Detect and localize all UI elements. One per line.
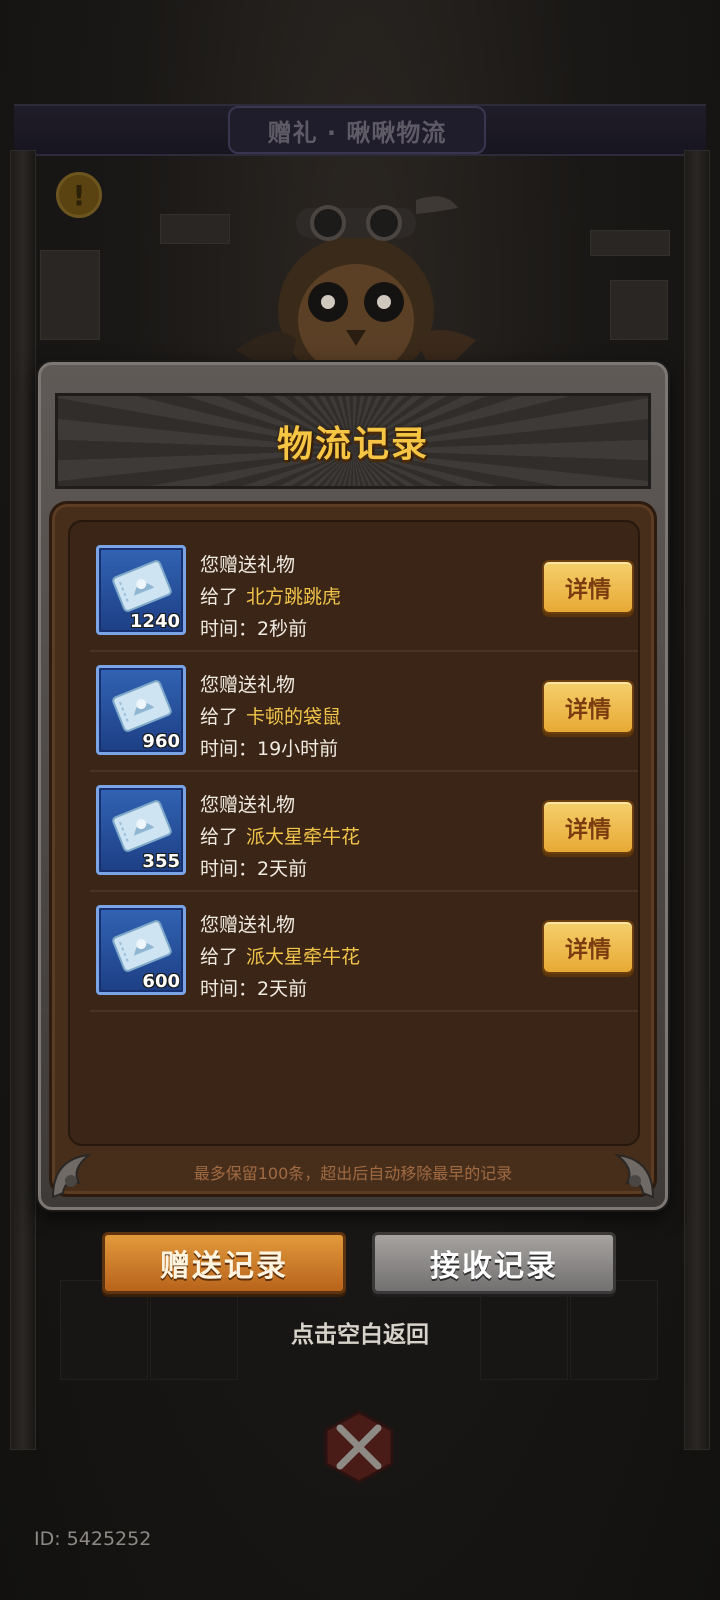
record-time: 时间：19小时前 <box>200 738 339 760</box>
panel-header: 物流记录 <box>55 393 651 489</box>
list-item: 1240 您赠送礼物 给了 北方跳跳虎 时间：2秒前 详情 <box>90 532 638 652</box>
background-sign <box>590 230 670 256</box>
record-recipient-line: 给了 派大星牵牛花 <box>200 942 360 969</box>
background-frame-right <box>684 150 710 1450</box>
tap-blank-to-return[interactable]: 点击空白返回 <box>0 1315 720 1349</box>
details-button[interactable]: 详情 <box>542 920 634 974</box>
record-action-text: 您赠送礼物 <box>200 794 296 816</box>
background-sign <box>40 250 100 340</box>
corner-ornament-left <box>51 1153 93 1199</box>
record-list[interactable]: 1240 您赠送礼物 给了 北方跳跳虎 时间：2秒前 详情 960 您赠送礼物 … <box>68 520 640 1146</box>
record-recipient-line: 给了 北方跳跳虎 <box>200 582 341 609</box>
gift-ticket-icon: 1240 <box>96 545 186 635</box>
recipient-name: 派大星牵牛花 <box>246 826 361 848</box>
list-item: 355 您赠送礼物 给了 派大星牵牛花 时间：2天前 详情 <box>90 772 638 892</box>
recipient-name: 北方跳跳虎 <box>246 586 342 608</box>
record-prefix: 给了 <box>200 946 239 968</box>
details-button[interactable]: 详情 <box>542 800 634 854</box>
record-time: 时间：2天前 <box>200 858 308 880</box>
gift-ticket-icon: 600 <box>96 905 186 995</box>
list-item: 960 您赠送礼物 给了 卡顿的袋鼠 时间：19小时前 详情 <box>90 652 638 772</box>
tab-sent-records[interactable]: 赠送记录 <box>102 1232 346 1294</box>
record-prefix: 给了 <box>200 706 239 728</box>
recipient-name: 卡顿的袋鼠 <box>246 706 342 728</box>
details-button[interactable]: 详情 <box>542 680 634 734</box>
gift-ticket-icon: 355 <box>96 785 186 875</box>
record-action-text: 您赠送礼物 <box>200 914 296 936</box>
gift-count: 355 <box>142 851 180 872</box>
background-title: 赠礼 · 啾啾物流 <box>228 106 486 154</box>
gift-ticket-icon: 960 <box>96 665 186 755</box>
mascot-character <box>236 190 476 390</box>
record-prefix: 给了 <box>200 826 239 848</box>
record-recipient-line: 给了 派大星牵牛花 <box>200 822 360 849</box>
logistics-record-panel: 物流记录 1240 您赠送礼物 给了 北方跳跳虎 时间：2秒前 详情 960 您… <box>38 362 668 1210</box>
record-time: 时间：2天前 <box>200 978 308 1000</box>
record-action-text: 您赠送礼物 <box>200 674 296 696</box>
background-frame-left <box>10 150 36 1450</box>
record-time: 时间：2秒前 <box>200 618 308 640</box>
panel-title: 物流记录 <box>276 424 429 465</box>
retention-note: 最多保留100条，超出后自动移除最早的记录 <box>193 1164 513 1183</box>
crossed-swords-icon <box>322 1410 396 1484</box>
tab-received-records[interactable]: 接收记录 <box>372 1232 616 1294</box>
corner-ornament-right <box>613 1153 655 1199</box>
recipient-name: 派大星牵牛花 <box>246 946 361 968</box>
gift-count: 960 <box>142 731 180 752</box>
record-prefix: 给了 <box>200 586 239 608</box>
panel-body: 1240 您赠送礼物 给了 北方跳跳虎 时间：2秒前 详情 960 您赠送礼物 … <box>49 501 657 1197</box>
list-item: 600 您赠送礼物 给了 派大星牵牛花 时间：2天前 详情 <box>90 892 638 1012</box>
background-sign <box>610 280 668 340</box>
user-id-label: ID: 5425252 <box>34 1528 152 1550</box>
gift-count: 600 <box>142 971 180 992</box>
details-button[interactable]: 详情 <box>542 560 634 614</box>
gift-count: 1240 <box>129 611 180 632</box>
record-action-text: 您赠送礼物 <box>200 554 296 576</box>
record-recipient-line: 给了 卡顿的袋鼠 <box>200 702 341 729</box>
background-sign <box>160 214 230 244</box>
alert-icon: ! <box>56 172 102 218</box>
